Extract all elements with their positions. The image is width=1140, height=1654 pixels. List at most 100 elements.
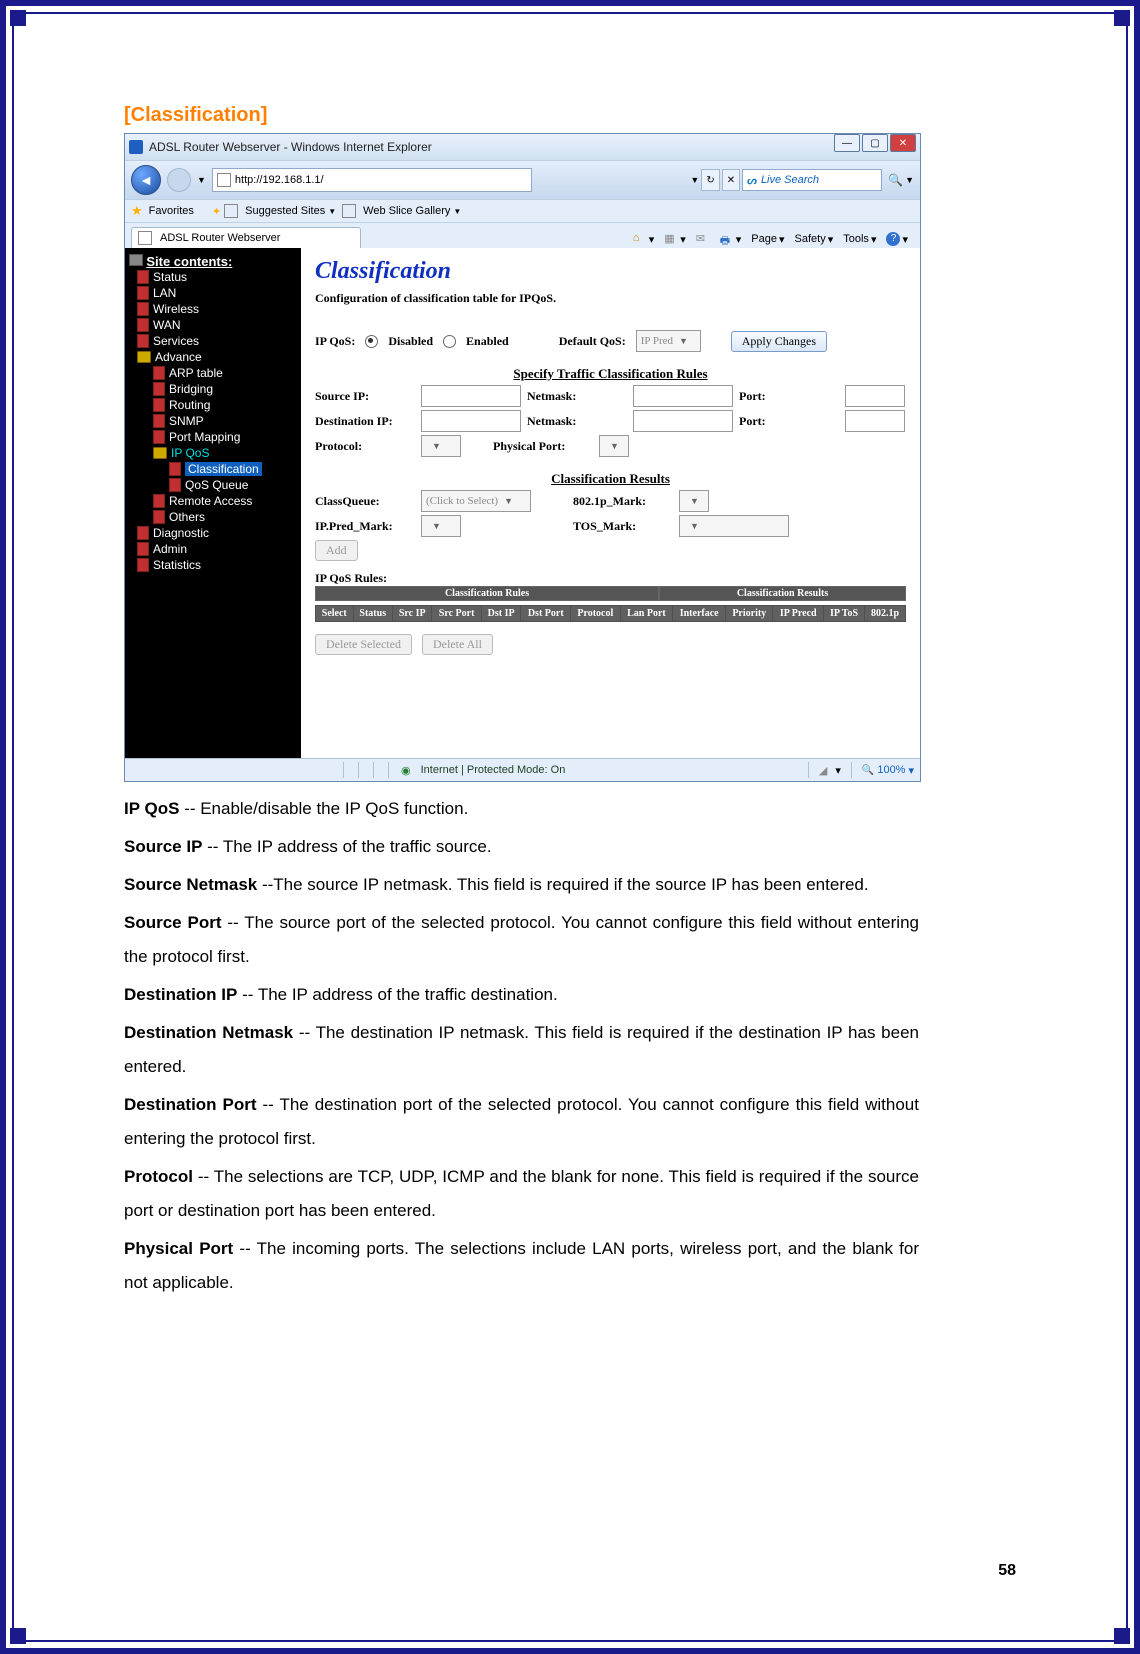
zone-icon[interactable]: ◢ (819, 764, 827, 777)
sidebar-item[interactable]: Bridging (129, 381, 297, 397)
destination-ip-input[interactable] (421, 410, 521, 432)
page-menu[interactable]: Page▾ (751, 233, 784, 246)
live-search-icon: ᔕ (747, 174, 757, 187)
close-button[interactable]: ✕ (890, 134, 916, 152)
sidebar-item-label: Wireless (153, 302, 199, 316)
enabled-label: Enabled (466, 334, 509, 349)
description-definition: -- The IP address of the traffic source. (202, 837, 491, 856)
description-term: Destination Port (124, 1095, 257, 1114)
tab-row: ADSL Router Webserver ⌂▾ ▦▾ ✉ 🖶▾ Page▾ S… (125, 222, 920, 248)
source-port-input[interactable] (845, 385, 905, 407)
web-slice-link[interactable]: Web Slice Gallery ▼ (342, 204, 461, 218)
destination-port-input[interactable] (845, 410, 905, 432)
sidebar-item[interactable]: Statistics (129, 557, 297, 573)
favorites-bar: ★ Favorites ✦ Suggested Sites ▼ Web Slic… (125, 199, 920, 222)
favorites-label[interactable]: Favorites (149, 205, 194, 217)
read-mail-button[interactable]: ✉ (696, 232, 710, 246)
sidebar-item[interactable]: Routing (129, 397, 297, 413)
description-line: Source Netmask --The source IP netmask. … (124, 868, 919, 902)
minimize-button[interactable]: — (834, 134, 860, 152)
sidebar-item-label: Admin (153, 542, 187, 556)
refresh-button[interactable]: ↻ (701, 169, 719, 191)
dropdown-arrow-icon[interactable]: ▼ (690, 175, 699, 185)
classqueue-select[interactable]: (Click to Select)▼ (421, 490, 531, 512)
shield-icon: ◉ (401, 764, 411, 777)
sidebar-item[interactable]: Remote Access (129, 493, 297, 509)
add-button[interactable]: Add (315, 540, 358, 561)
ippred-select[interactable]: ▼ (421, 515, 461, 537)
page-icon (137, 558, 149, 572)
safety-menu[interactable]: Safety▾ (795, 233, 834, 246)
url-input[interactable]: http://192.168.1.1/ (212, 168, 532, 192)
sidebar-item-label: WAN (153, 318, 181, 332)
classification-results-header: Classification Results (315, 471, 906, 487)
zoom-icon: 🔍 (862, 765, 874, 776)
table-column-header: Lan Port (620, 606, 673, 622)
site-icon (217, 173, 231, 187)
sidebar-item[interactable]: Admin (129, 541, 297, 557)
delete-selected-button[interactable]: Delete Selected (315, 634, 412, 655)
suggested-sites-link[interactable]: ✦ Suggested Sites ▼ (212, 204, 336, 218)
sidebar-item[interactable]: Services (129, 333, 297, 349)
forward-button[interactable] (167, 168, 191, 192)
sidebar-item[interactable]: Diagnostic (129, 525, 297, 541)
source-netmask-input[interactable] (633, 385, 733, 407)
radio-enabled[interactable] (443, 335, 456, 348)
sidebar-item[interactable]: Others (129, 509, 297, 525)
sidebar-item-label: Services (153, 334, 199, 348)
print-button[interactable]: 🖶▾ (720, 232, 742, 246)
tools-menu[interactable]: Tools▾ (843, 233, 876, 246)
mark802-label: 802.1p_Mark: (573, 494, 673, 509)
sidebar-item[interactable]: Status (129, 269, 297, 285)
sidebar-item[interactable]: WAN (129, 317, 297, 333)
description-term: Destination Netmask (124, 1023, 293, 1042)
description-section: IP QoS -- Enable/disable the IP QoS func… (124, 792, 919, 1300)
apply-changes-button[interactable]: Apply Changes (731, 331, 827, 352)
protocol-select[interactable]: ▼ (421, 435, 461, 457)
sidebar-item[interactable]: Port Mapping (129, 429, 297, 445)
sidebar-item[interactable]: Classification (129, 461, 297, 477)
search-input[interactable]: ᔕ Live Search (742, 169, 882, 191)
sidebar-item[interactable]: QoS Queue (129, 477, 297, 493)
page-icon (137, 286, 149, 300)
sidebar-item[interactable]: Advance (129, 349, 297, 365)
favorites-star-icon[interactable]: ★ (131, 203, 143, 219)
sidebar-item[interactable]: Wireless (129, 301, 297, 317)
home-button[interactable]: ⌂▾ (633, 232, 655, 246)
defaultqos-select[interactable]: IP Pred▼ (636, 330, 701, 352)
feeds-button[interactable]: ▦▾ (664, 232, 686, 246)
zoom-control[interactable]: 🔍 100%▾ (862, 764, 914, 777)
delete-all-button[interactable]: Delete All (422, 634, 493, 655)
destination-netmask-input[interactable] (633, 410, 733, 432)
dropdown-arrow-icon[interactable]: ▼ (197, 175, 206, 185)
sidebar-item[interactable]: SNMP (129, 413, 297, 429)
radio-disabled[interactable] (365, 335, 378, 348)
sidebar-item[interactable]: LAN (129, 285, 297, 301)
back-button[interactable]: ◄ (131, 165, 161, 195)
sidebar-item-label: Statistics (153, 558, 201, 572)
maximize-button[interactable]: ▢ (862, 134, 888, 152)
sidebar-item-label: LAN (153, 286, 176, 300)
active-tab[interactable]: ADSL Router Webserver (131, 227, 361, 248)
search-icon[interactable]: 🔍 (888, 173, 903, 187)
dropdown-arrow-icon[interactable]: ▼ (905, 175, 914, 185)
table-column-header: Interface (673, 606, 726, 622)
sidebar-item[interactable]: IP QoS (129, 445, 297, 461)
sidebar-item[interactable]: ARP table (129, 365, 297, 381)
protocol-label: Protocol: (315, 439, 415, 454)
source-ip-input[interactable] (421, 385, 521, 407)
sidebar-item-label: Others (169, 510, 205, 524)
physical-port-select[interactable]: ▼ (599, 435, 629, 457)
sidebar-item-label: Routing (169, 398, 210, 412)
tos-select[interactable]: ▼ (679, 515, 789, 537)
page-icon (169, 462, 181, 476)
page-icon (153, 414, 165, 428)
mark802-select[interactable]: ▼ (679, 490, 709, 512)
ie-icon (129, 140, 143, 154)
description-term: Source Port (124, 913, 222, 932)
description-line: Destination Port -- The destination port… (124, 1088, 919, 1156)
table-column-header: Dst IP (481, 606, 521, 622)
stop-button[interactable]: ✕ (722, 169, 740, 191)
description-term: IP QoS (124, 799, 179, 818)
help-button[interactable]: ?▾ (886, 232, 908, 246)
